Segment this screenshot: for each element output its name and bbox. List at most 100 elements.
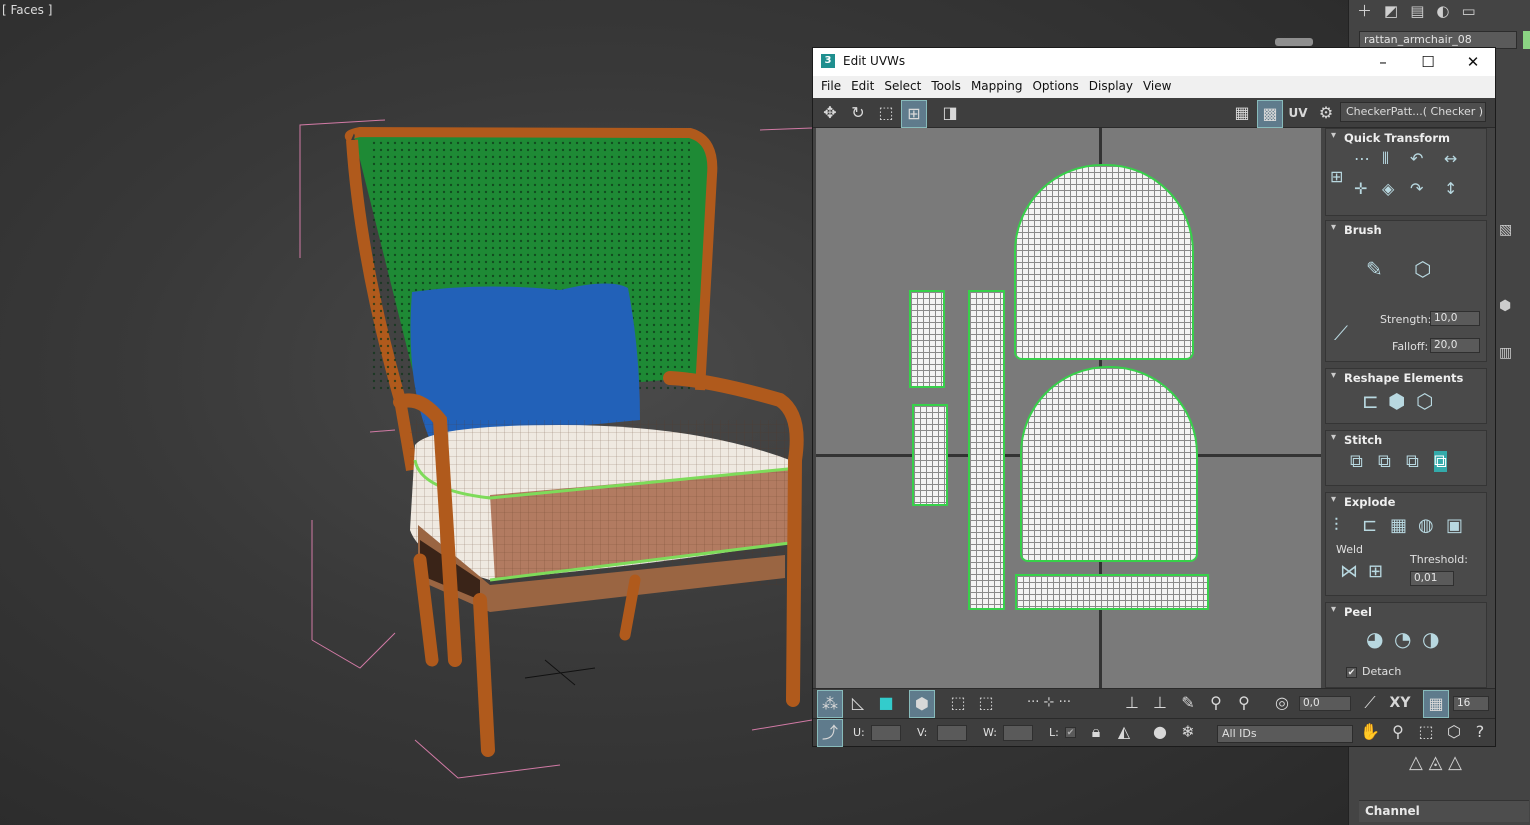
explode-header[interactable]: Explode <box>1326 493 1486 511</box>
brush-header[interactable]: Brush <box>1326 221 1486 239</box>
threshold-spinner[interactable]: 0,01 <box>1410 571 1454 586</box>
viewcube-fragment[interactable] <box>1275 38 1313 46</box>
paint-move-icon[interactable]: ✎ <box>1366 257 1383 281</box>
relax-brush-icon[interactable]: ⬡ <box>1414 257 1431 281</box>
detach-checkbox[interactable]: ✔ <box>1346 667 1357 678</box>
straighten-icon[interactable]: ◈ <box>1382 179 1394 198</box>
paint-select-icon[interactable]: ✎ <box>1175 690 1201 716</box>
menu-edit[interactable]: Edit <box>847 76 880 98</box>
pan-icon[interactable]: ✋ <box>1357 719 1383 745</box>
menu-display[interactable]: Display <box>1085 76 1139 98</box>
triangle-tools-icon[interactable]: △ ◬ △ <box>1409 752 1462 773</box>
object-color-swatch[interactable] <box>1523 31 1530 49</box>
motion-tab-icon[interactable]: ◐ <box>1436 0 1449 22</box>
align-horizontal-icon[interactable]: ⋯ <box>1354 149 1370 168</box>
freeze-icon[interactable]: ❄ <box>1175 719 1201 745</box>
texture-dropdown[interactable]: CheckerPatt...( Checker ) <box>1340 102 1486 122</box>
paint-grow-icon[interactable]: ⚲ <box>1203 690 1229 716</box>
modify-tab-icon[interactable]: ◩ <box>1384 0 1398 22</box>
space-vertical-icon[interactable]: ↕ <box>1444 179 1457 198</box>
flatten-options-icon[interactable]: ▣ <box>1446 515 1463 536</box>
uv-editor-canvas[interactable] <box>816 128 1321 688</box>
weld-target-icon[interactable]: ⊞ <box>1368 561 1383 582</box>
lock-icon[interactable]: 🔒︎ <box>1083 719 1109 745</box>
vertex-mode-icon[interactable]: ⁂ <box>817 690 843 718</box>
stack-icon[interactable]: ▥ <box>1499 345 1512 361</box>
uv-shell-strip-2[interactable] <box>912 404 948 506</box>
space-horizontal-icon[interactable]: ↔ <box>1444 149 1457 168</box>
reset-peel-icon[interactable]: ◑ <box>1422 627 1439 651</box>
hide-icon[interactable]: ● <box>1147 719 1173 745</box>
uv-shell-strip-1[interactable] <box>909 290 945 388</box>
falloff-spinner[interactable]: 20,0 <box>1430 338 1480 353</box>
select-shrink-icon[interactable]: ⬚ <box>973 690 999 716</box>
cube-icon[interactable]: ⬢ <box>1499 298 1511 314</box>
rotate-cw-icon[interactable]: ↷ <box>1410 179 1423 198</box>
flatten-by-smoothing-icon[interactable]: ▦ <box>1390 515 1407 536</box>
relax-settings-icon[interactable]: ⬡ <box>1416 389 1433 413</box>
straighten-selection-icon[interactable]: ⊏ <box>1362 389 1379 413</box>
brush-line-icon[interactable]: ⟋ <box>1334 321 1348 345</box>
reshape-header[interactable]: Reshape Elements <box>1326 369 1486 387</box>
stitch-custom-icon[interactable]: ⧉ <box>1350 451 1363 472</box>
uv-shell-strip-bottom[interactable] <box>1015 574 1209 610</box>
quick-transform-header[interactable]: Quick Transform <box>1326 129 1486 147</box>
relax-icon[interactable]: ⬢ <box>1388 389 1405 413</box>
material-id-dropdown[interactable]: All IDs <box>1217 725 1353 743</box>
grid-size-spinner[interactable]: 16 <box>1453 696 1489 711</box>
edge-mode-icon[interactable]: ◺ <box>845 690 871 716</box>
u-field[interactable] <box>871 725 901 741</box>
rotate-angle-spinner[interactable]: 0,0 <box>1299 696 1351 711</box>
select-grow-icon[interactable]: ⬚ <box>945 690 971 716</box>
show-hidden-icon[interactable]: ◭ <box>1111 719 1137 745</box>
rotate-icon[interactable]: ↻ <box>845 100 871 126</box>
weld-selected-icon[interactable]: ⋈ <box>1340 561 1358 582</box>
menu-view[interactable]: View <box>1139 76 1177 98</box>
paint-shrink-icon[interactable]: ⚲ <box>1231 690 1257 716</box>
strength-spinner[interactable]: 10,0 <box>1430 311 1480 326</box>
l-checkbox[interactable]: ✔ <box>1065 727 1076 738</box>
menu-select[interactable]: Select <box>880 76 927 98</box>
freeform-icon[interactable]: ⊞ <box>901 100 927 128</box>
display-tab-icon[interactable]: ▭ <box>1461 0 1475 22</box>
help-icon[interactable]: ? <box>1469 719 1491 745</box>
uv-shell-back-top[interactable] <box>1014 164 1194 360</box>
add-pivot-icon[interactable]: ⊞ <box>1330 167 1343 186</box>
align-vertical-icon[interactable]: ⦀ <box>1382 149 1389 169</box>
unpin-icon[interactable]: ⊥ <box>1147 690 1173 716</box>
hierarchy-tab-icon[interactable]: ▤ <box>1410 0 1424 22</box>
stitch-average-icon[interactable]: ⧉ <box>1406 451 1419 472</box>
move-icon[interactable]: ✥ <box>817 100 843 126</box>
w-field[interactable] <box>1003 725 1033 741</box>
flatten-by-material-icon[interactable]: ◍ <box>1418 515 1434 536</box>
stitch-target-icon[interactable]: ⧉ <box>1378 451 1391 472</box>
uv-toggle[interactable]: UV <box>1285 100 1311 126</box>
menu-tools[interactable]: Tools <box>927 76 967 98</box>
element-mode-icon[interactable]: ⬢ <box>909 690 935 718</box>
stitch-header[interactable]: Stitch <box>1326 431 1486 449</box>
close-icon[interactable]: ✕ <box>1458 52 1488 72</box>
scale-icon[interactable]: ⬚ <box>873 100 899 126</box>
face-mode-icon[interactable]: ■ <box>873 690 899 716</box>
stitch-source-icon[interactable]: ⧉ <box>1434 451 1447 472</box>
uv-shell-back-bottom[interactable] <box>1020 366 1198 562</box>
minimize-icon[interactable]: – <box>1368 52 1398 72</box>
loop-ring-icons[interactable]: ··· ⊹ ··· <box>1009 690 1089 716</box>
maximize-icon[interactable]: ☐ <box>1413 52 1443 72</box>
channel-rollout[interactable]: Channel <box>1359 800 1529 822</box>
pin-icon[interactable]: ⊥ <box>1119 690 1145 716</box>
modifier-icon[interactable]: ▧ <box>1499 222 1512 238</box>
show-map-icon[interactable]: ▩ <box>1257 100 1283 128</box>
uv-shell-strip-long[interactable] <box>968 290 1005 610</box>
zoom-extents-icon[interactable]: ⬡ <box>1441 719 1467 745</box>
zoom-region-icon[interactable]: ⬚ <box>1413 719 1439 745</box>
soft-selection-icon[interactable]: ◎ <box>1269 690 1295 716</box>
grid-snap-icon[interactable]: ▦ <box>1423 690 1449 718</box>
window-titlebar[interactable]: 3 Edit UVWs – ☐ ✕ <box>813 48 1495 76</box>
break-icon[interactable]: ⫶ <box>1334 515 1339 536</box>
menu-mapping[interactable]: Mapping <box>967 76 1029 98</box>
zoom-icon[interactable]: ⚲ <box>1385 719 1411 745</box>
menu-options[interactable]: Options <box>1028 76 1084 98</box>
create-tab-icon[interactable]: ＋ <box>1357 0 1372 22</box>
quick-peel-icon[interactable]: ◕ <box>1366 627 1383 651</box>
